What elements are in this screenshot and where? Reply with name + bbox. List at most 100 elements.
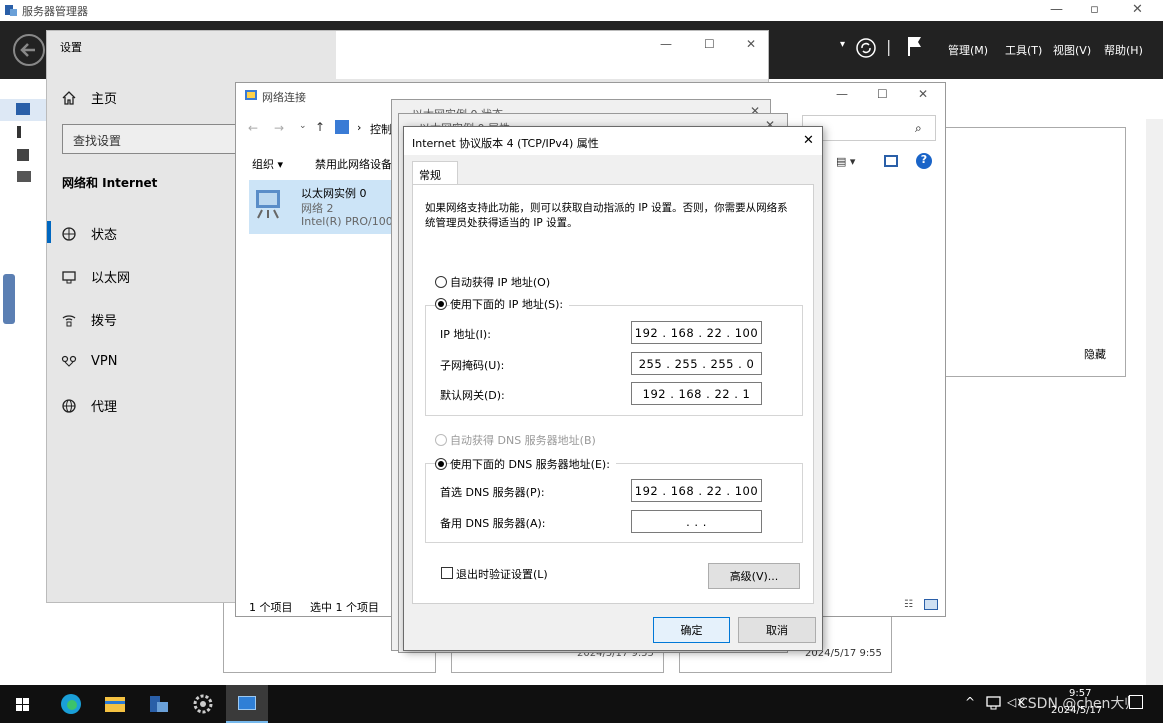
auto-dns-radio[interactable] — [435, 434, 447, 446]
dialog-close-button[interactable]: ✕ — [803, 133, 814, 148]
tab-general[interactable]: 常规 — [412, 161, 458, 185]
subnet-mask-label: 子网掩码(U): — [440, 359, 505, 372]
auto-ip-label[interactable]: 自动获得 IP 地址(O) — [450, 274, 550, 290]
settings-title-area: — ☐ ✕ — [336, 31, 768, 79]
refresh-icon[interactable] — [855, 37, 877, 59]
advanced-button[interactable]: 高级(V)... — [708, 563, 800, 589]
validate-label[interactable]: 退出时验证设置(L) — [456, 566, 548, 582]
notification-flag-icon[interactable] — [906, 35, 924, 57]
menu-help[interactable]: 帮助(H) — [1104, 42, 1143, 58]
tray-network-icon[interactable] — [986, 696, 1002, 710]
dropdown-arrow-icon[interactable]: ▾ — [840, 39, 845, 50]
dialog-title: Internet 协议版本 4 (TCP/IPv4) 属性 — [412, 137, 599, 150]
nav-history-icon[interactable]: ⌄ — [299, 121, 307, 131]
netconn-close-button[interactable]: ✕ — [918, 87, 928, 101]
ip-address-label: IP 地址(I): — [440, 328, 491, 341]
adapter-device: Intel(R) PRO/1000 — [301, 215, 400, 228]
preferred-dns-field[interactable]: 192 . 168 . 22 . 100 — [631, 479, 762, 502]
adapter-item[interactable]: 以太网实例 0 网络 2 Intel(R) PRO/1000 — [249, 180, 409, 234]
alternate-dns-field[interactable]: . . . — [631, 510, 762, 533]
network-window-icon — [238, 696, 256, 710]
preferred-dns-label: 首选 DNS 服务器(P): — [440, 486, 545, 499]
sidebar-item-dashboard[interactable] — [0, 99, 46, 121]
file-services-icon[interactable] — [17, 171, 31, 182]
manual-ip-label[interactable]: 使用下面的 IP 地址(S): — [450, 296, 570, 312]
settings-maximize-button[interactable]: ☐ — [704, 37, 715, 51]
clock-time[interactable]: 9:57 — [1069, 688, 1091, 699]
nav-forward-icon[interactable]: → — [274, 121, 284, 135]
nav-item-vpn[interactable]: VPN — [61, 353, 117, 369]
ok-button[interactable]: 确定 — [653, 617, 730, 643]
notification-center-icon[interactable] — [1129, 695, 1143, 709]
gateway-field[interactable]: 192 . 168 . 22 . 1 — [631, 382, 762, 405]
dashboard-icon — [16, 103, 30, 115]
separator: | — [886, 37, 892, 56]
auto-dns-label[interactable]: 自动获得 DNS 服务器地址(B) — [450, 432, 596, 448]
start-windows-icon[interactable] — [16, 698, 29, 711]
proxy-icon — [61, 398, 77, 414]
large-icons-view-icon[interactable] — [924, 599, 938, 610]
nav-item-ethernet[interactable]: 以太网 — [61, 267, 130, 286]
settings-search-input[interactable]: 查找设置 — [62, 124, 252, 154]
address-path[interactable]: 控制 — [370, 121, 392, 137]
manual-ip-radio[interactable] — [435, 298, 447, 310]
ip-address-field[interactable]: 192 . 168 . 22 . 100 — [631, 321, 762, 344]
scrollbar[interactable] — [1146, 119, 1163, 685]
adapter-network: 网络 2 — [301, 202, 334, 215]
control-panel-icon — [335, 120, 349, 134]
file-explorer-icon[interactable] — [104, 694, 126, 714]
menu-tools[interactable]: 工具(T) — [1005, 42, 1042, 58]
close-button[interactable]: ✕ — [1132, 2, 1143, 17]
manual-dns-radio[interactable] — [435, 458, 447, 470]
side-panel-handle[interactable] — [3, 274, 15, 324]
view-options-icon[interactable]: ▤ ▾ — [836, 155, 855, 168]
edge-browser-icon[interactable] — [60, 693, 82, 715]
search-icon: ⌕ — [915, 121, 922, 135]
nav-item-dialup[interactable]: 拨号 — [61, 310, 117, 329]
back-arrow-icon[interactable] — [12, 33, 46, 67]
tray-overflow-icon[interactable]: ^ — [965, 695, 975, 709]
ipv4-properties-dialog: Internet 协议版本 4 (TCP/IPv4) 属性 ✕ 常规 如果网络支… — [403, 126, 823, 651]
disable-device-button[interactable]: 禁用此网络设备 — [315, 156, 392, 172]
gateway-label: 默认网关(D): — [440, 389, 505, 402]
netconn-maximize-button[interactable]: ☐ — [877, 87, 888, 101]
netconn-minimize-button[interactable]: — — [836, 87, 848, 101]
menu-view[interactable]: 视图(V) — [1053, 42, 1091, 58]
organize-button[interactable]: 组织 ▾ — [252, 156, 283, 172]
nav-back-icon[interactable]: ← — [248, 121, 258, 135]
network-connections-taskbar-button[interactable] — [226, 685, 268, 723]
nav-selected-indicator — [47, 221, 51, 243]
manual-dns-label[interactable]: 使用下面的 DNS 服务器地址(E): — [450, 456, 616, 472]
network-adapter-icon — [254, 186, 290, 222]
nav-up-icon[interactable]: ↑ — [315, 120, 325, 134]
local-server-icon[interactable] — [17, 126, 21, 138]
subnet-mask-field[interactable]: 255 . 255 . 255 . 0 — [631, 352, 762, 375]
nav-item-proxy[interactable]: 代理 — [61, 396, 117, 415]
hide-link[interactable]: 隐藏 — [1084, 346, 1106, 362]
menu-manage[interactable]: 管理(M) — [948, 42, 988, 58]
ethernet-icon — [61, 269, 77, 285]
clock-date[interactable]: 2024/5/17 — [1051, 705, 1102, 716]
preview-pane-icon[interactable] — [884, 155, 898, 167]
cancel-button[interactable]: 取消 — [738, 617, 816, 643]
settings-gear-icon[interactable] — [192, 693, 214, 715]
all-servers-icon[interactable] — [17, 149, 29, 161]
home-icon — [61, 90, 77, 106]
settings-close-button[interactable]: ✕ — [746, 37, 756, 51]
settings-home[interactable]: 主页 — [61, 88, 117, 107]
help-icon[interactable]: ? — [916, 153, 932, 169]
minimize-button[interactable]: — — [1050, 2, 1063, 17]
path-arrow: › — [357, 121, 362, 134]
dialog-titlebar: Internet 协议版本 4 (TCP/IPv4) 属性 ✕ — [404, 127, 822, 155]
nav-item-label: 拨号 — [91, 314, 118, 329]
maximize-button[interactable]: ▫ — [1090, 2, 1099, 17]
validate-checkbox[interactable] — [441, 567, 453, 579]
settings-minimize-button[interactable]: — — [660, 37, 672, 51]
details-view-icon[interactable]: ☷ — [904, 599, 913, 610]
nav-item-status[interactable]: 状态 — [61, 224, 117, 243]
auto-ip-radio[interactable] — [435, 276, 447, 288]
settings-titlebar: 设置 — [47, 31, 336, 69]
server-manager-taskbar-icon[interactable] — [148, 693, 170, 715]
nav-item-label: VPN — [91, 353, 118, 369]
server-manager-icon — [4, 3, 18, 17]
